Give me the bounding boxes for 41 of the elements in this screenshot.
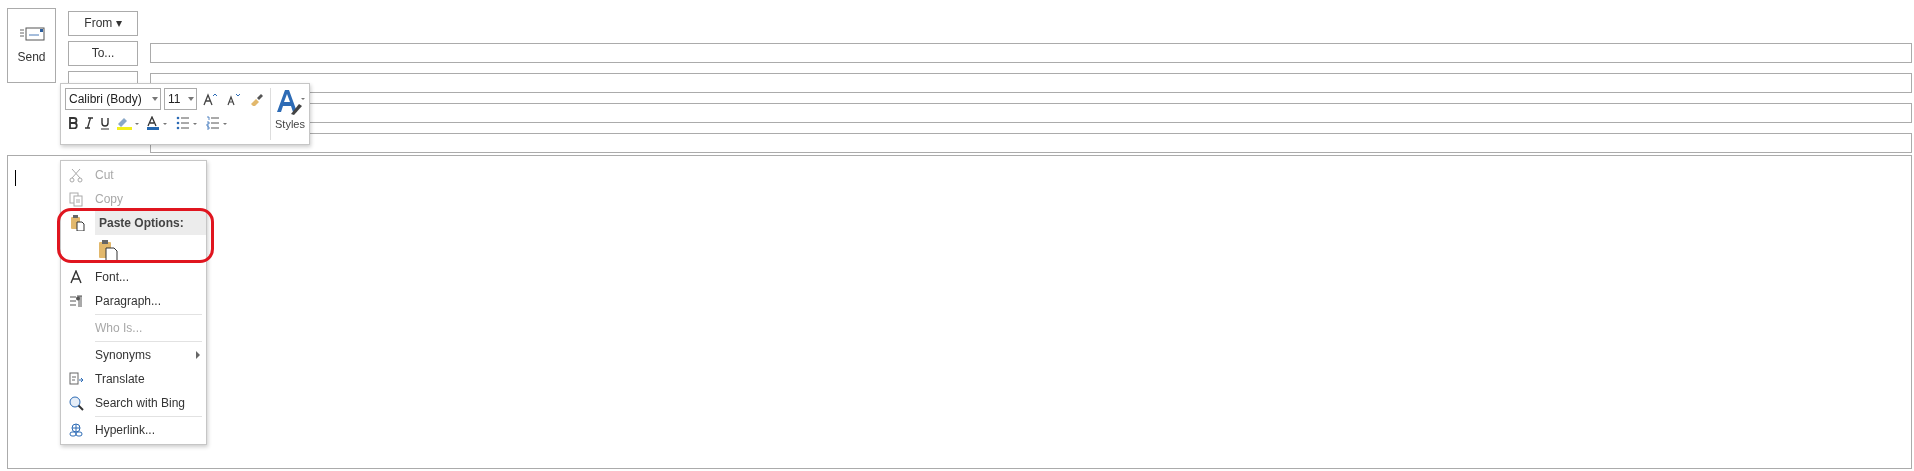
send-button[interactable]: Send xyxy=(7,8,56,83)
shrink-font-icon xyxy=(226,92,240,106)
font-name-dropdown[interactable]: Calibri (Body) xyxy=(65,88,161,110)
grow-font-icon xyxy=(203,92,217,106)
bullets-icon xyxy=(176,116,200,130)
menu-item[interactable]: Synonyms xyxy=(61,343,206,367)
format-painter-icon xyxy=(249,92,263,106)
header-button[interactable]: From ▾ xyxy=(68,10,138,36)
dropdown-arrow-icon xyxy=(186,96,196,102)
dropdown-arrow-icon xyxy=(150,96,160,102)
clipboard-icon xyxy=(71,215,85,231)
copy-icon xyxy=(68,191,84,207)
clipboard-icon xyxy=(98,238,118,262)
numbering-icon xyxy=(206,116,230,130)
submenu-arrow-icon xyxy=(194,351,202,359)
menu-item[interactable]: Font... xyxy=(61,265,206,289)
menu-item[interactable]: Hyperlink... xyxy=(61,418,206,442)
translate-icon xyxy=(68,371,84,387)
globe-link-icon xyxy=(68,422,84,438)
header-button[interactable]: To... xyxy=(68,40,138,66)
scissors-icon xyxy=(68,167,84,183)
bold-icon xyxy=(68,117,78,129)
search-icon xyxy=(68,395,84,411)
font-icon xyxy=(68,269,84,285)
font-color-icon xyxy=(146,116,170,130)
paragraph-icon xyxy=(68,293,84,309)
address-field[interactable] xyxy=(150,133,1912,153)
styles-icon xyxy=(275,88,305,116)
italic-icon xyxy=(84,117,94,129)
menu-item[interactable]: Translate xyxy=(61,367,206,391)
styles-button[interactable]: Styles xyxy=(275,88,305,140)
underline-icon xyxy=(100,116,110,130)
text-cursor xyxy=(15,170,16,186)
address-field[interactable] xyxy=(150,73,1912,93)
highlight-color-icon xyxy=(116,116,140,130)
envelope-icon xyxy=(18,25,45,42)
menu-section-header: Paste Options: xyxy=(95,211,206,235)
menu-item[interactable]: Search with Bing xyxy=(61,391,206,415)
address-field[interactable] xyxy=(150,43,1912,63)
menu-item[interactable]: Paragraph... xyxy=(61,289,206,313)
font-size-dropdown[interactable]: 11 xyxy=(164,88,197,110)
